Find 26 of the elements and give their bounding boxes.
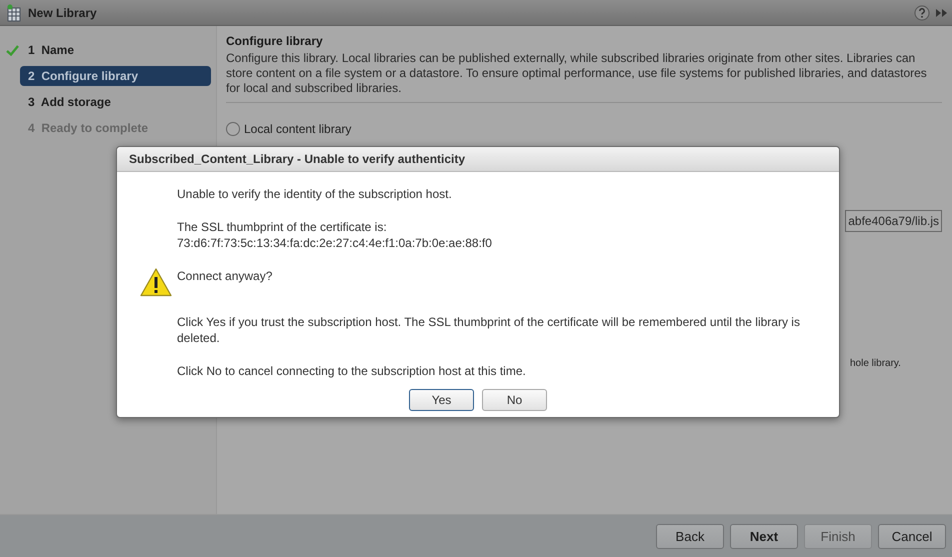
dialog-message: Connect anyway? <box>177 268 274 284</box>
section-description: Configure this library. Local libraries can be published externally, while subscribed libraries originate from other sites. Libraries can store content on a file system or a datastore. To ensure optimal performance, use file systems for published libraries, and datastores for local and subscribed libraries. <box>226 51 928 96</box>
dialog-button[interactable]: No <box>482 389 547 411</box>
warning-icon <box>140 268 172 297</box>
dialog-message: 73:d6:7f:73:5c:13:34:fa:dc:2e:27:c4:4e:f1:0a:7b:0e:ae:88:f0 <box>177 235 493 251</box>
wizard-step[interactable]: 2 Configure library <box>20 66 211 86</box>
wizard-step[interactable]: 1 Name <box>20 40 211 60</box>
dialog-message: Unable to verify the identity of the subscription host. <box>177 186 453 202</box>
window-title: New Library <box>28 6 98 20</box>
library-icon <box>6 4 22 22</box>
help-text: hole library. <box>849 358 902 369</box>
dialog-message: Click Yes if you trust the subscription host. The SSL thumbprint of the certificate will be remembered until the library is deleted. <box>177 314 801 346</box>
dialog-button[interactable]: Yes <box>409 389 474 411</box>
footer-button[interactable]: Next <box>730 524 798 548</box>
dialog-message: The SSL thumbprint of the certificate is: <box>177 219 388 235</box>
footer-button[interactable]: Back <box>656 524 724 548</box>
help-icon[interactable] <box>914 4 930 20</box>
radio-button[interactable] <box>226 122 240 136</box>
footer-button[interactable]: Cancel <box>878 524 946 548</box>
radio-label: Local content library <box>244 122 352 136</box>
expand-icon[interactable] <box>936 8 948 18</box>
section-heading: Configure library <box>226 34 324 48</box>
url-field[interactable]: abfe406a79/lib.js <box>845 210 942 232</box>
dialog-message: Click No to cancel connecting to the subscription host at this time. <box>177 363 527 379</box>
wizard-step[interactable]: 3 Add storage <box>20 92 211 112</box>
dialog-title: Subscribed_Content_Library - Unable to verify authenticity <box>117 147 839 172</box>
